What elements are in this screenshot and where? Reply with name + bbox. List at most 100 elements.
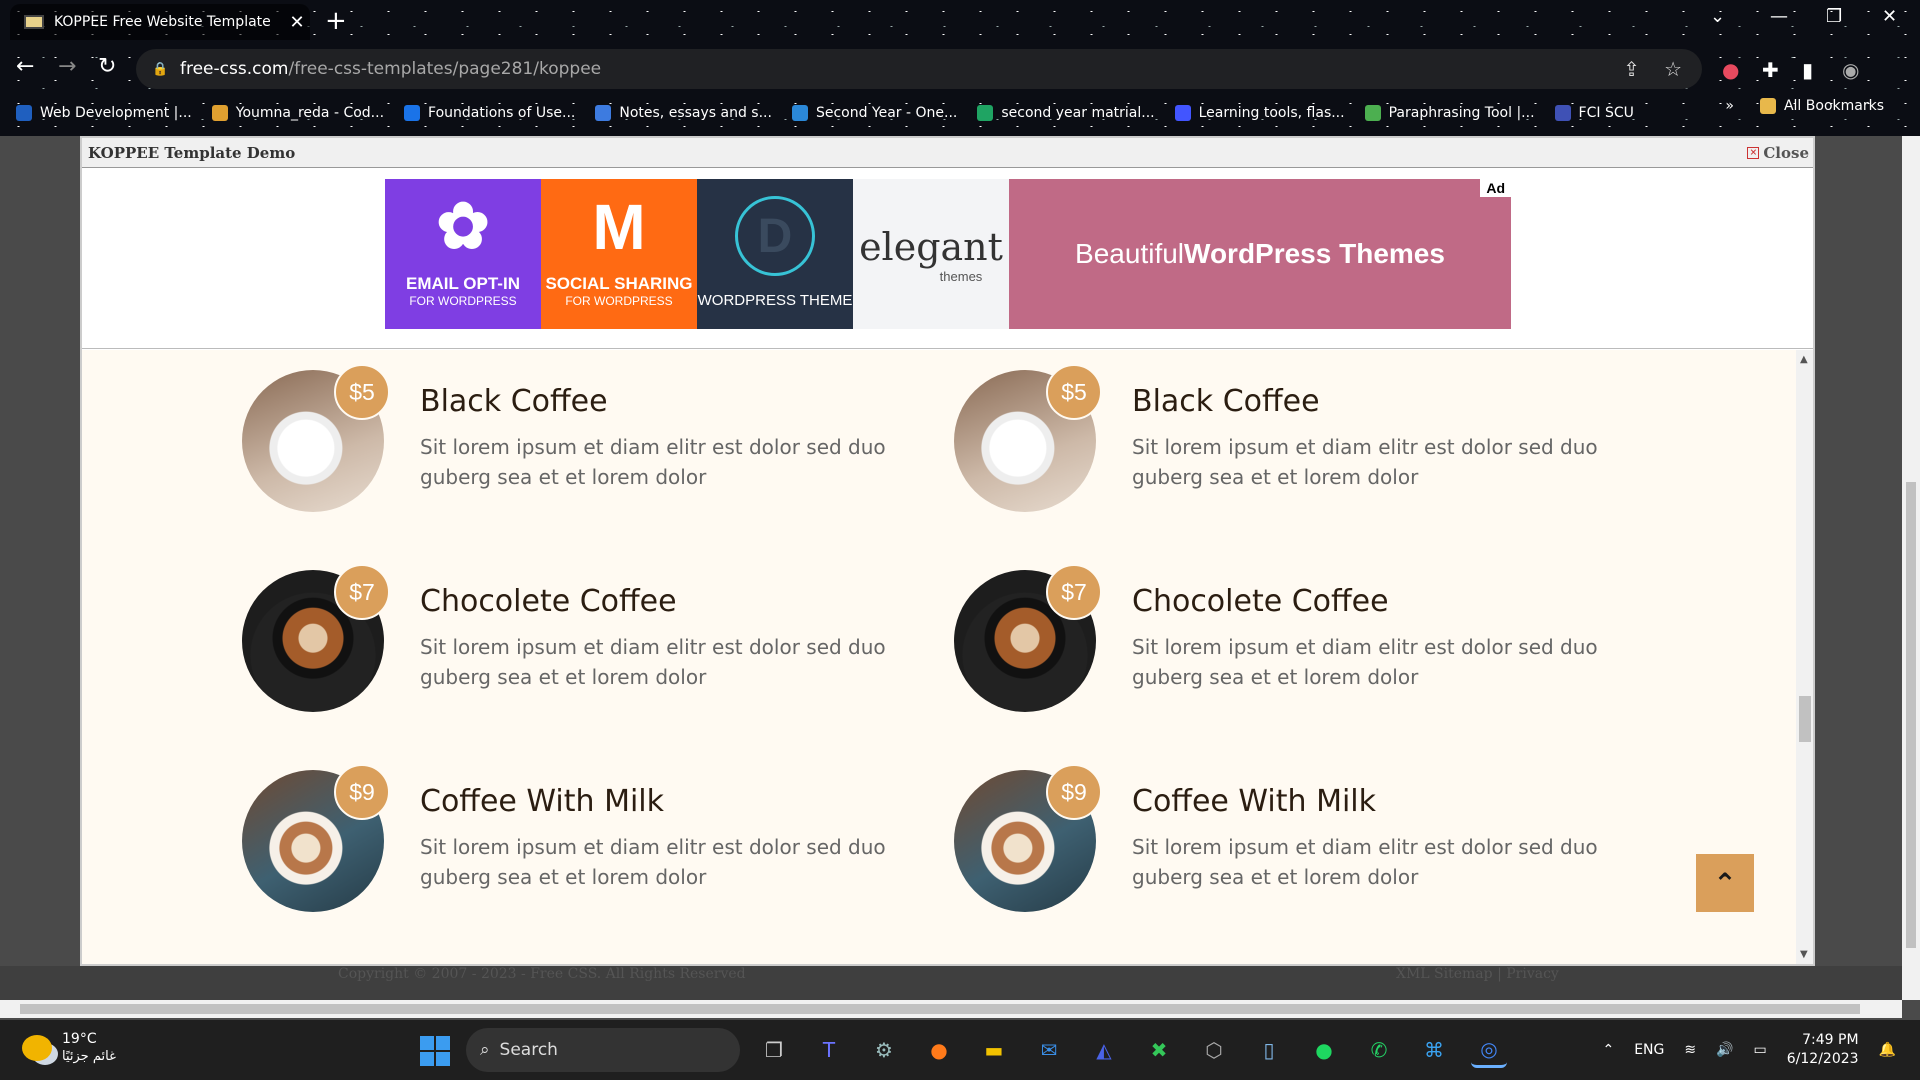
window-close-icon[interactable]: ✕	[1882, 6, 1897, 27]
all-bookmarks[interactable]: All Bookmarks	[1759, 98, 1884, 114]
settings-icon[interactable]: ⚙	[866, 1032, 902, 1068]
horizontal-scrollbar[interactable]	[0, 1000, 1902, 1018]
menu-item-name: Black Coffee	[420, 384, 608, 419]
bookmark-item[interactable]: second year matrial...	[977, 105, 1155, 121]
divi-logo-icon: D	[735, 179, 815, 293]
new-tab-button[interactable]: +	[325, 6, 347, 36]
menu-item-description: Sit lorem ipsum et diam elitr est dolor …	[420, 835, 886, 889]
bookmark-item[interactable]: Notes, essays and s...	[595, 105, 772, 121]
page-footer: Copyright © 2007 - 2023 - Free CSS. All …	[0, 966, 1902, 1000]
notification-bell-icon[interactable]: 🔔	[1879, 1042, 1896, 1058]
page-scroll-thumb[interactable]	[1906, 482, 1916, 948]
xbox-icon[interactable]: ✖	[1141, 1032, 1177, 1068]
start-button[interactable]	[420, 1036, 450, 1066]
footer-links[interactable]: XML Sitemap | Privacy	[1396, 966, 1559, 982]
mail-icon[interactable]: ✉	[1031, 1032, 1067, 1068]
monarch-logo-icon: M	[592, 190, 646, 263]
url-path: /free-css-templates/page281/koppee	[288, 59, 602, 79]
scroll-down-icon[interactable]: ▼	[1800, 949, 1808, 960]
menu-item-description: Sit lorem ipsum et diam elitr est dolor …	[1132, 835, 1598, 889]
back-icon[interactable]: ←	[16, 54, 34, 79]
whatsapp-icon[interactable]: ✆	[1361, 1032, 1397, 1068]
chrome-icon[interactable]: ◎	[1471, 1032, 1507, 1068]
menu-item-description: Sit lorem ipsum et diam elitr est dolor …	[1132, 635, 1598, 689]
reload-icon[interactable]: ↻	[98, 54, 116, 79]
unity-icon[interactable]: ⬡	[1196, 1032, 1232, 1068]
back-to-top-button[interactable]: ⌃	[1696, 854, 1754, 912]
frame-scroll-thumb[interactable]	[1799, 696, 1811, 742]
address-bar[interactable]: 🔒 free-css.com/free-css-templates/page28…	[136, 49, 1702, 89]
bookmark-item[interactable]: FCI SCU	[1554, 105, 1634, 121]
bookmark-item[interactable]: Web Development |...	[16, 105, 192, 121]
menu-item-name: Chocolete Coffee	[420, 584, 677, 619]
bookmark-favicon-icon	[1364, 105, 1381, 121]
extensions-puzzle-icon[interactable]: ✚	[1762, 58, 1779, 82]
partly-cloudy-icon	[22, 1035, 52, 1061]
spotify-icon[interactable]: ●	[1306, 1032, 1342, 1068]
restore-icon[interactable]: ❐	[1826, 6, 1842, 27]
browser-chrome: KOPPEE Free Website Template | ✕ + ⌄ — ❐…	[0, 0, 1920, 136]
weather-widget[interactable]: 19°C غائم جزئيًا	[22, 1030, 116, 1066]
firefox-icon[interactable]: ●	[921, 1032, 957, 1068]
teams-icon[interactable]: T	[811, 1032, 847, 1068]
forward-icon[interactable]: →	[58, 54, 76, 79]
wifi-icon[interactable]: ≋	[1684, 1042, 1696, 1058]
chevron-up-icon[interactable]: ⌃	[1602, 1042, 1614, 1058]
tab-title: KOPPEE Free Website Template |	[54, 14, 274, 30]
bookmark-favicon-icon	[211, 105, 228, 121]
price-badge: $9	[334, 764, 390, 820]
ad-banner[interactable]: ✿ EMAIL OPT-IN FOR WORDPRESS M SOCIAL SH…	[385, 179, 1511, 329]
copyright-text: Copyright © 2007 - 2023 - Free CSS. All …	[338, 966, 746, 982]
horizontal-scroll-thumb[interactable]	[20, 1004, 1860, 1014]
bookmark-star-icon[interactable]: ☆	[1664, 57, 1682, 81]
menu-item: $9 Coffee With Milk Sit lorem ipsum et dia…	[954, 764, 1634, 912]
folder-icon	[1759, 98, 1776, 114]
side-panel-icon[interactable]: ▮	[1802, 58, 1813, 82]
extension-icon[interactable]: ●	[1722, 58, 1739, 82]
page-viewport: KOPPEE Template Demo × Close ✿ EMAIL OPT…	[0, 136, 1902, 1000]
tab-close-icon[interactable]: ✕	[284, 12, 310, 33]
url-host: free-css.com	[180, 59, 289, 79]
minimize-icon[interactable]: —	[1770, 6, 1788, 27]
bookmarks-bar: Web Development |... Youmna_reda - Cod...…	[0, 98, 1920, 128]
page-scrollbar[interactable]	[1902, 136, 1920, 1000]
vscode-icon[interactable]: ⌘	[1416, 1032, 1452, 1068]
ad-tile-divi: D WORDPRESS THEME	[697, 179, 853, 329]
language-indicator[interactable]: ENG	[1634, 1042, 1664, 1058]
battery-icon[interactable]: ▭	[1754, 1042, 1767, 1058]
menu-item: $7 Chocolete Coffee Sit lorem ipsum et dia…	[954, 564, 1634, 712]
price-badge: $9	[1046, 764, 1102, 820]
frame-close-button[interactable]: × Close	[1747, 144, 1809, 162]
ad-badge: Ad	[1480, 179, 1511, 197]
taskbar-apps: ❐ T ⚙ ● ▬ ✉ ◭ ✖ ⬡ ▯ ● ✆ ⌘ ◎	[756, 1032, 1507, 1068]
app-icon[interactable]: ◭	[1086, 1032, 1122, 1068]
clock[interactable]: 7:49 PM 6/12/2023	[1787, 1031, 1859, 1069]
bookmark-item[interactable]: Youmna_reda - Cod...	[211, 105, 384, 121]
share-icon[interactable]: ⇪	[1623, 57, 1640, 81]
bookmark-favicon-icon	[595, 105, 612, 121]
profile-avatar[interactable]: ◉	[1842, 58, 1859, 82]
system-tray: ⌃ ENG ≋ 🔊 ▭ 7:49 PM 6/12/2023 🔔	[1602, 1020, 1896, 1080]
bookmarks-overflow-icon[interactable]: »	[1725, 98, 1734, 114]
menu-item-name: Coffee With Milk	[420, 784, 664, 819]
menu-item: $7 Chocolete Coffee Sit lorem ipsum et dia…	[242, 564, 922, 712]
task-view-icon[interactable]: ❐	[756, 1032, 792, 1068]
menu-item-name: Black Coffee	[1132, 384, 1320, 419]
volume-icon[interactable]: 🔊	[1716, 1042, 1733, 1058]
bookmark-item[interactable]: Learning tools, flas...	[1174, 105, 1345, 121]
tab-search-icon[interactable]: ⌄	[1710, 6, 1725, 27]
menu-item: $5 Black Coffee Sit lorem ipsum et diam el…	[242, 364, 922, 512]
scroll-up-icon[interactable]: ▲	[1800, 354, 1808, 365]
bookmark-favicon-icon	[977, 105, 994, 121]
device-icon[interactable]: ▯	[1251, 1032, 1287, 1068]
tab-favicon-icon	[24, 15, 44, 29]
bookmark-item[interactable]: Paraphrasing Tool |...	[1364, 105, 1535, 121]
file-explorer-icon[interactable]: ▬	[976, 1032, 1012, 1068]
frame-scrollbar[interactable]: ▲ ▼	[1796, 350, 1813, 964]
bookmark-favicon-icon	[16, 105, 32, 121]
browser-tab[interactable]: KOPPEE Free Website Template | ✕	[10, 4, 310, 40]
bookmark-item[interactable]: Second Year - One...	[791, 105, 957, 121]
menu-item-description: Sit lorem ipsum et diam elitr est dolor …	[420, 635, 886, 689]
taskbar-search[interactable]: ⌕ Search	[466, 1028, 740, 1072]
bookmark-item[interactable]: Foundations of Use...	[404, 105, 575, 121]
